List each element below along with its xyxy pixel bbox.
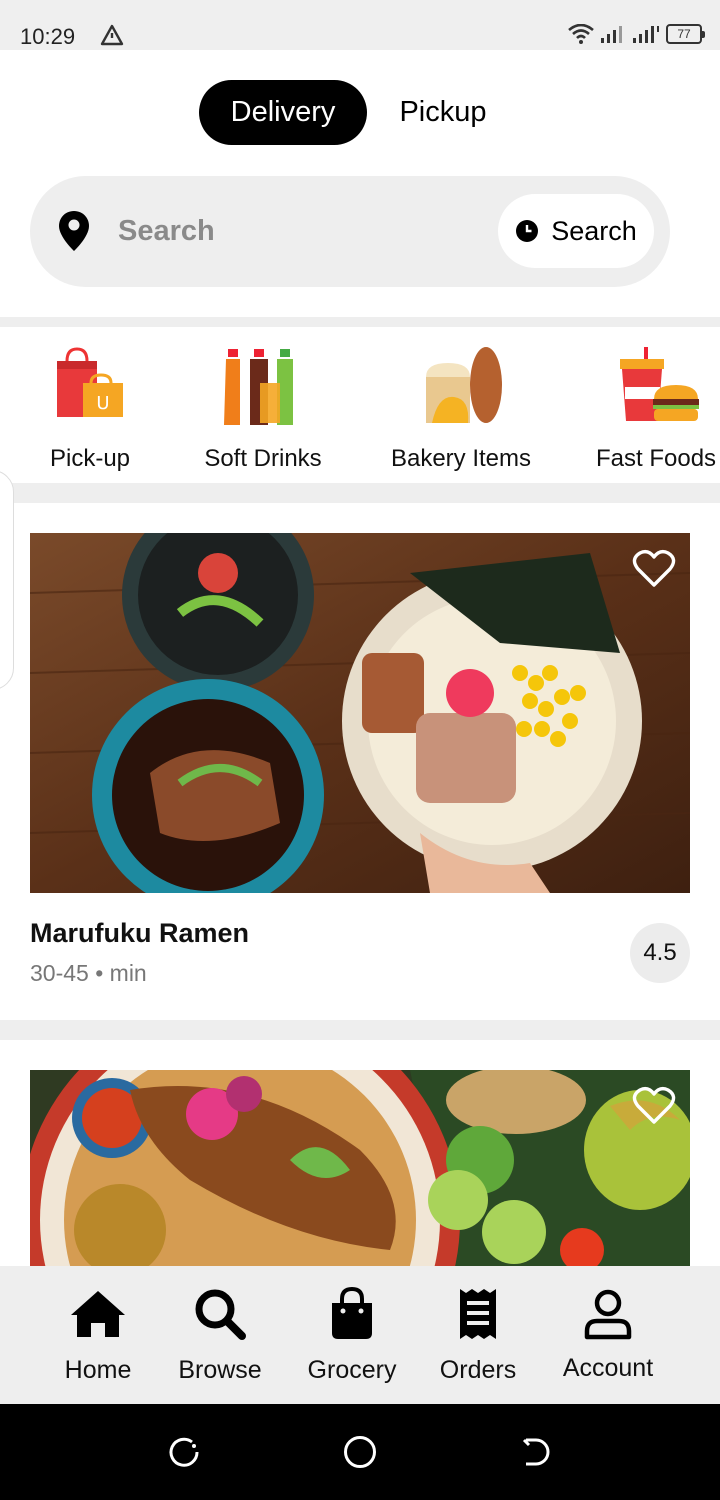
battery-icon: 77 [666, 24, 705, 44]
receipt-icon [448, 1286, 508, 1342]
pickup-tab[interactable]: Pickup [383, 80, 503, 145]
nav-label: Browse [178, 1356, 262, 1384]
category-strip: U Pick-up Soft Drinks Bakery Items Fast … [0, 327, 720, 483]
signal-icon-2 [633, 26, 659, 43]
nav-label: Account [562, 1354, 654, 1382]
category-label: Fast Foods [596, 445, 717, 472]
thai-fish-platter-photo [30, 1070, 690, 1266]
category-bakery-items[interactable]: Bakery Items [383, 347, 539, 473]
favorite-heart-icon[interactable] [632, 549, 676, 594]
search-input[interactable]: Search [118, 215, 215, 248]
section-divider [0, 483, 720, 503]
category-soft-drinks[interactable]: Soft Drinks [198, 347, 328, 473]
rating-badge: 4.5 [630, 923, 690, 983]
burger-drink-icon [616, 347, 702, 427]
wifi-icon [568, 24, 594, 44]
person-icon [578, 1286, 638, 1342]
category-pick-up[interactable]: U Pick-up [40, 347, 140, 473]
delivery-mode-toggle: Delivery Pickup [0, 80, 720, 146]
section-divider [0, 1020, 720, 1040]
system-navigation-bar [0, 1404, 720, 1500]
home-circle-icon[interactable] [343, 1435, 377, 1474]
category-label: Pick-up [49, 445, 131, 472]
nav-orders[interactable]: Orders [413, 1286, 543, 1385]
nav-label: Grocery [307, 1356, 397, 1384]
svg-text:U: U [96, 393, 109, 414]
nav-label: Orders [439, 1356, 517, 1384]
search-icon [190, 1286, 250, 1342]
favorite-heart-icon[interactable] [632, 1086, 676, 1131]
category-label: Bakery Items [390, 445, 532, 472]
status-time: 10:29 [20, 24, 76, 49]
nav-grocery[interactable]: Grocery [287, 1286, 417, 1385]
section-divider [0, 317, 720, 327]
recent-apps-icon[interactable] [168, 1436, 200, 1473]
restaurant-image[interactable] [30, 533, 690, 893]
home-icon [68, 1286, 128, 1342]
category-fast-foods[interactable]: Fast Foods [596, 347, 720, 473]
nav-account[interactable]: Account [543, 1286, 673, 1383]
delivery-time: 30-45 • min [30, 960, 147, 986]
location-pin-icon[interactable] [58, 210, 90, 257]
bottom-navigation: Home Browse Grocery Orders Account [0, 1266, 720, 1404]
search-bar[interactable]: Search Search [30, 176, 670, 287]
ramen-bowls-photo [30, 533, 690, 893]
shopping-bags-icon: U [47, 347, 133, 427]
nav-label: Home [64, 1356, 132, 1384]
delivery-tab[interactable]: Delivery [199, 80, 367, 145]
nav-home[interactable]: Home [33, 1286, 163, 1385]
alert-triangle-icon [100, 24, 124, 51]
status-bar: 10:29 77 [0, 0, 720, 50]
nav-browse[interactable]: Browse [155, 1286, 285, 1385]
restaurant-name[interactable]: Marufuku Ramen [30, 918, 249, 949]
bread-loaf-icon [418, 347, 504, 427]
shopping-bag-icon [322, 1286, 382, 1342]
search-button-label: Search [551, 215, 637, 246]
signal-icon [601, 26, 622, 43]
restaurant-image[interactable] [30, 1070, 690, 1266]
side-drawer-handle[interactable] [0, 470, 14, 690]
back-icon[interactable] [520, 1436, 552, 1473]
status-icons: 77 [568, 24, 705, 44]
category-label: Soft Drinks [204, 445, 322, 472]
schedule-search-button[interactable]: Search [498, 194, 654, 268]
clock-icon [516, 220, 539, 242]
soft-drink-bottles-icon [220, 347, 306, 427]
